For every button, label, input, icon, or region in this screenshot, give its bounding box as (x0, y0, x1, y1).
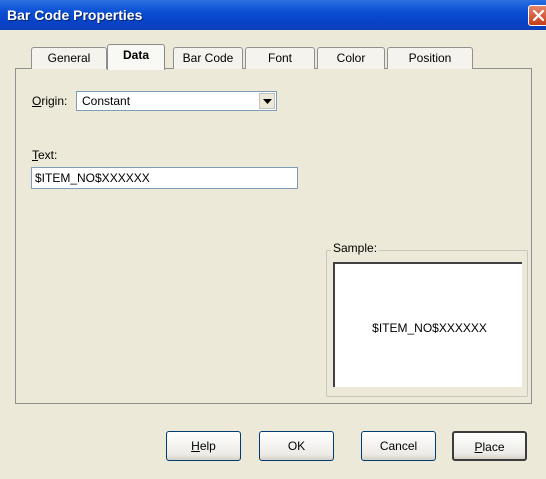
tab-label: Font (267, 51, 292, 65)
button-label: Cancel (379, 439, 418, 453)
tab-general[interactable]: General (31, 47, 107, 69)
place-button[interactable]: Place (452, 431, 527, 461)
label-rest: lace (482, 440, 505, 454)
origin-value: Constant (82, 94, 131, 108)
text-input[interactable]: $ITEM_NO$XXXXXX (31, 167, 298, 189)
cancel-button[interactable]: Cancel (361, 431, 436, 461)
tab-label: Data (122, 48, 149, 62)
dropdown-button[interactable] (259, 93, 275, 109)
text-input-value: $ITEM_NO$XXXXXX (35, 171, 150, 185)
mnemonic: H (191, 439, 200, 453)
label-rest: elp (199, 439, 216, 453)
help-button[interactable]: Help (166, 431, 241, 461)
tab-label: General (47, 51, 91, 65)
sample-label: Sample: (331, 241, 380, 255)
tab-label: Color (336, 51, 366, 65)
button-label: OK (287, 439, 306, 453)
mnemonic: P (474, 440, 483, 454)
tab-data[interactable]: Data (107, 44, 165, 70)
tab-position[interactable]: Position (387, 47, 473, 69)
window-title: Bar Code Properties (7, 7, 143, 23)
label-rest: rigin: (41, 94, 68, 108)
tab-bar-code[interactable]: Bar Code (173, 47, 243, 69)
text-label: Text: (32, 148, 57, 162)
dialog-window: Bar Code Properties General Data Bar Cod… (0, 0, 546, 479)
chevron-down-icon (263, 99, 272, 104)
tab-label: Bar Code (182, 51, 234, 65)
origin-select[interactable]: Constant (76, 91, 277, 111)
sample-text: $ITEM_NO$XXXXXX (372, 321, 487, 335)
title-bar[interactable]: Bar Code Properties (0, 0, 546, 30)
sample-preview: $ITEM_NO$XXXXXX (333, 262, 522, 387)
ok-button[interactable]: OK (259, 431, 334, 461)
label-rest: ext: (38, 148, 58, 162)
origin-label: Origin: (32, 94, 67, 108)
tab-font[interactable]: Font (245, 47, 315, 69)
tab-label: Position (408, 51, 452, 65)
tab-color[interactable]: Color (317, 47, 385, 69)
close-icon (532, 9, 545, 22)
close-button[interactable] (528, 5, 546, 26)
mnemonic: O (32, 94, 42, 108)
